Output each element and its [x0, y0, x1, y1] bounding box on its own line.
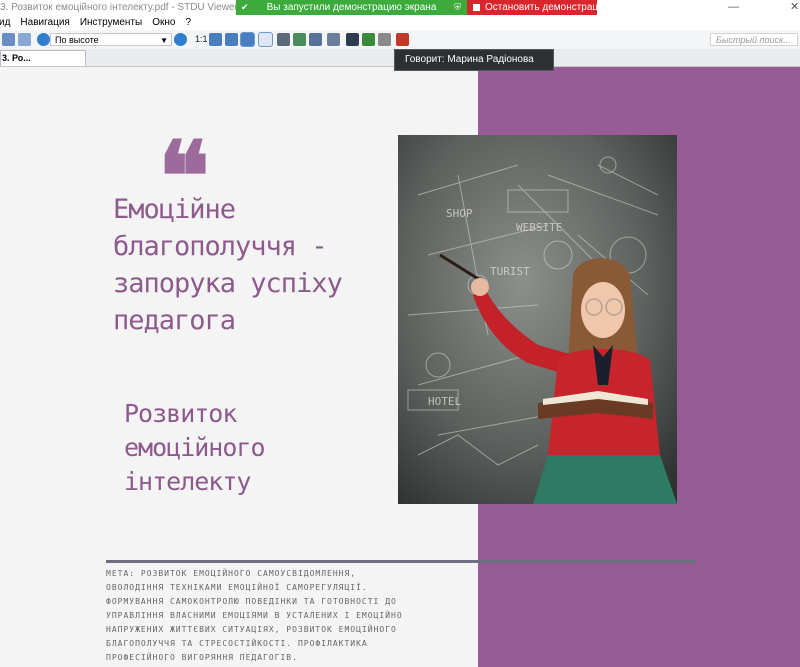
actual-size-button[interactable]: 1:1: [195, 33, 208, 46]
chalk-word-shop: SHOP: [446, 207, 473, 220]
swap-icon[interactable]: [362, 33, 375, 46]
zoom-out-icon[interactable]: [37, 33, 50, 46]
zoom-in-icon[interactable]: [174, 33, 187, 46]
divider-line: [106, 560, 696, 563]
goal-line: ОВОЛОДІННЯ ТЕХНІКАМИ ЕМОЦІЙНОЇ САМОРЕГУЛ…: [106, 583, 368, 592]
close-button[interactable]: ✕: [790, 0, 799, 15]
menu-item-help[interactable]: ?: [185, 17, 191, 28]
menu-item-view[interactable]: ид: [0, 17, 10, 28]
heading-line: благополуччя -: [113, 231, 328, 262]
shield-icon: ⛨: [454, 2, 461, 12]
subheading-line: інтелекту: [124, 467, 251, 496]
select-image-icon[interactable]: [293, 33, 306, 46]
menu-item-tools[interactable]: Инструменты: [80, 17, 142, 28]
copy-icon[interactable]: [378, 33, 391, 46]
fit-width-icon[interactable]: [225, 33, 238, 46]
chalk-word-tourist: TURIST: [490, 265, 530, 278]
chevron-down-icon: ▼: [160, 36, 168, 45]
quick-search-input[interactable]: Быстрый поиск...: [710, 33, 798, 46]
snapshot-icon[interactable]: [309, 33, 322, 46]
screen-share-status-text: Вы запустили демонстрацию экрана: [266, 2, 437, 13]
goal-paragraph: МЕТА: РОЗВИТОК ЕМОЦІЙНОГО САМОУСВІДОМЛЕН…: [106, 567, 436, 665]
title-bar: 3. Розвиток емоційного інтелекту.pdf - S…: [0, 0, 800, 15]
stop-share-label: Остановить демонстрацию: [485, 2, 612, 13]
fit-page-icon[interactable]: [209, 33, 222, 46]
zoom-select[interactable]: По высоте ▼: [50, 33, 172, 46]
goal-line: УПРАВЛІННЯ ВЛАСНИМИ ЕМОЦІЯМИ В УСТАЛЕНИХ…: [106, 611, 403, 620]
speaker-tooltip-text: Говорит: Марина Радіонова: [405, 54, 534, 65]
document-page: ❝ Емоційне благополуччя - запорука успіх…: [0, 67, 800, 667]
heading-line: запорука успіху: [113, 268, 343, 299]
heading-line: педагога: [113, 305, 236, 336]
page-layout-icon[interactable]: [2, 33, 15, 46]
menu-item-navigation[interactable]: Навигация: [20, 17, 69, 28]
goal-line: ПРОФЕСІЙНОГО ВИГОРЯННЯ ПЕДАГОГІВ.: [106, 653, 298, 662]
menu-bar: ид Навигация Инструменты Окно ?: [0, 15, 800, 30]
teacher-photo: SHOP WEBSITE TURIST HOTEL: [398, 135, 677, 504]
goal-line: ФОРМУВАННЯ САМОКОНТРОЛЮ ПОВЕДІНКИ ТА ГОТ…: [106, 597, 397, 606]
menu-item-window[interactable]: Окно: [152, 17, 175, 28]
stop-icon: [473, 4, 480, 11]
chalk-word-website: WEBSITE: [516, 221, 562, 234]
screen-share-icon: ✔: [241, 2, 249, 12]
goal-line: БЛАГОПОЛУЧЧЯ ТА СТРЕСОСТІЙКОСТІ. ПРОФІЛА…: [106, 639, 368, 648]
stop-share-button[interactable]: Остановить демонстрацию: [467, 0, 611, 15]
screen-share-bar: ✔ Вы запустили демонстрацию экрана ⛨ Ост…: [236, 0, 611, 15]
page-heading: Емоційне благополуччя - запорука успіху …: [113, 191, 413, 339]
teacher-photo-illustration: SHOP WEBSITE TURIST HOTEL: [398, 135, 677, 504]
chalk-word-hotel: HOTEL: [428, 395, 461, 408]
quick-search-placeholder: Быстрый поиск...: [716, 35, 791, 45]
zoom-select-value: По высоте: [55, 35, 99, 45]
fit-height-icon[interactable]: [240, 32, 255, 47]
goal-line: МЕТА: РОЗВИТОК ЕМОЦІЙНОГО САМОУСВІДОМЛЕН…: [106, 569, 357, 578]
find-icon[interactable]: [346, 33, 359, 46]
minimize-button[interactable]: —: [728, 0, 739, 15]
heading-line: Емоційне: [113, 194, 236, 225]
thumbnails-icon[interactable]: [18, 33, 31, 46]
subheading-line: Розвиток: [124, 399, 237, 428]
page-subheading: Розвиток емоційного інтелекту: [124, 397, 394, 499]
two-pages-icon[interactable]: [327, 33, 340, 46]
screen-share-status: ✔ Вы запустили демонстрацию экрана ⛨: [236, 0, 467, 15]
toolbar: По высоте ▼ 1:1 Быстрый поиск...: [0, 30, 800, 50]
bookmark-icon[interactable]: [396, 33, 409, 46]
hand-tool-icon[interactable]: [258, 32, 273, 47]
select-text-icon[interactable]: [277, 33, 290, 46]
tab-active-document[interactable]: 3. Ро... інтелекту.pdf: [0, 50, 86, 78]
goal-line: НАПРУЖЕНИХ ЖИТТЄВИХ СИТУАЦІЯХ, РОЗВИТОК …: [106, 625, 397, 634]
speaker-tooltip: Говорит: Марина Радіонова: [394, 49, 554, 71]
subheading-line: емоційного: [124, 433, 266, 462]
